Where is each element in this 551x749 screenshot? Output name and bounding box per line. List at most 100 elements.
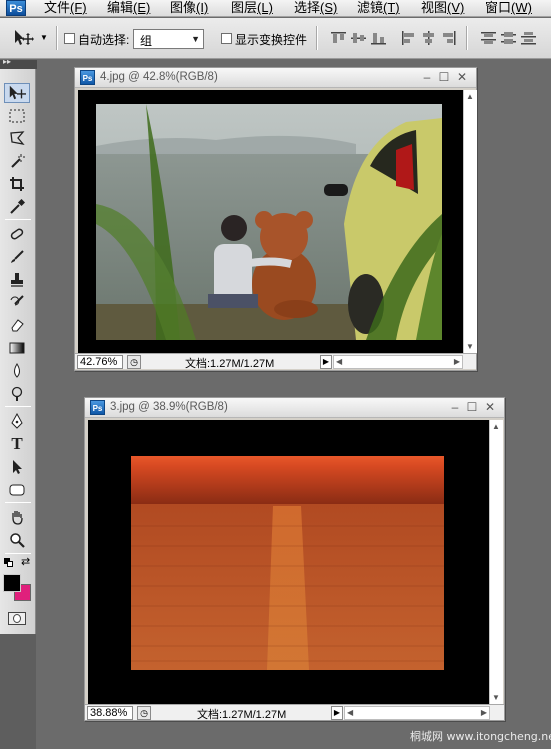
document-canvas[interactable] [88,420,489,704]
scroll-right-icon[interactable]: ▶ [481,707,487,719]
scroll-up-icon[interactable]: ▲ [466,92,474,101]
menu-select[interactable]: 选择(S) [294,0,337,17]
status-options-icon[interactable]: ◷ [127,355,141,369]
zoom-level-field[interactable]: 38.88% [87,706,133,720]
ps-document-icon: Ps [80,70,95,85]
document-window-3jpg[interactable]: Ps 3.jpg @ 38.9%(RGB/8) – ☐ ✕ ▲ ▼ 38.88% [84,397,505,721]
clone-stamp-tool[interactable] [4,270,30,290]
align-top-icon[interactable] [330,30,347,46]
zoom-tool[interactable] [4,530,30,550]
vertical-scrollbar[interactable]: ▲ ▼ [489,420,503,704]
menu-filter[interactable]: 滤镜(T) [357,0,400,17]
close-icon[interactable]: ✕ [455,70,469,84]
menu-layer[interactable]: 图层(L) [231,0,273,17]
eyedropper-tool[interactable] [4,197,30,217]
ps-document-icon: Ps [90,400,105,415]
menu-layer-label: 图层 [231,0,258,15]
default-bg-swatch [7,561,13,567]
zoom-level-field[interactable]: 42.76% [77,355,123,369]
pen-tool[interactable] [4,411,30,431]
magic-wand-tool[interactable] [4,151,30,171]
shape-tool[interactable] [4,480,30,500]
status-options-icon[interactable]: ◷ [137,706,151,720]
type-tool[interactable]: T [4,434,30,454]
arrow-cursor-icon [13,460,22,474]
crop-tool[interactable] [4,174,30,194]
close-icon[interactable]: ✕ [483,400,497,414]
align-hcenter-icon[interactable] [420,30,437,46]
show-transform-checkbox[interactable] [221,33,232,44]
menu-file[interactable]: 文件(F) [44,0,87,17]
path-selection-tool[interactable] [4,457,30,477]
distribute-vcenter-icon[interactable] [500,30,517,46]
eraser-tool[interactable] [4,315,30,335]
scroll-left-icon[interactable]: ◀ [336,356,342,368]
vertical-scrollbar[interactable]: ▲ ▼ [463,90,477,353]
tool-preset-picker[interactable]: ▼ [12,28,50,50]
menu-layer-key: (L) [257,0,273,15]
toolbox-header[interactable]: ▸▸ [0,57,37,69]
align-right-icon[interactable] [440,30,457,46]
scroll-down-icon[interactable]: ▼ [466,342,474,351]
hand-tool[interactable] [4,507,30,527]
separator [56,26,58,50]
photo-sunset-sea [131,456,444,670]
separator [5,219,31,220]
menu-image[interactable]: 图像(I) [170,0,208,17]
align-vcenter-icon[interactable] [350,30,367,46]
horizontal-scrollbar[interactable]: ◀ ▶ [333,355,463,369]
align-left-icon[interactable] [400,30,417,46]
auto-select-dropdown[interactable]: 组 ▼ [133,29,204,49]
scroll-left-icon[interactable]: ◀ [347,707,353,719]
auto-select-checkbox[interactable] [64,33,75,44]
distribute-bottom-icon[interactable] [520,30,537,46]
quick-mask-button[interactable] [8,612,26,625]
brush-tool[interactable] [4,247,30,267]
scroll-right-icon[interactable]: ▶ [454,356,460,368]
scroll-up-icon[interactable]: ▲ [492,422,500,431]
move-tool-icon [9,85,26,100]
align-bottom-icon[interactable] [370,30,387,46]
maximize-icon[interactable]: ☐ [465,400,479,414]
menu-filter-label: 滤镜 [357,0,384,15]
distribute-top-icon[interactable] [480,30,497,46]
separator [316,26,318,50]
quick-mask-icon [13,614,21,623]
document-titlebar[interactable]: Ps 4.jpg @ 42.8%(RGB/8) – ☐ ✕ [75,68,476,88]
gradient-tool[interactable] [4,338,30,358]
scroll-down-icon[interactable]: ▼ [492,693,500,702]
history-brush-tool[interactable] [4,292,30,312]
status-bar: 38.88% ◷ 文档:1.27M/1.27M ▶ ◀ ▶ [85,704,504,721]
lasso-tool[interactable] [4,128,30,148]
toolbox: T ⇄ [0,69,36,634]
eyedropper-icon [10,199,25,214]
foreground-color-swatch[interactable] [3,574,21,592]
move-tool[interactable] [4,83,30,103]
magic-wand-icon [11,154,25,168]
menu-window[interactable]: 窗口(W) [485,0,532,17]
chevron-down-icon: ▼ [40,33,48,42]
document-titlebar[interactable]: Ps 3.jpg @ 38.9%(RGB/8) – ☐ ✕ [85,398,504,418]
menu-window-key: (W) [511,0,532,15]
status-menu-arrow-icon[interactable]: ▶ [331,706,343,720]
menu-view-label: 视图 [421,0,448,15]
document-canvas[interactable] [78,90,463,353]
menu-edit[interactable]: 编辑(E) [107,0,150,17]
minimize-icon[interactable]: – [448,400,462,414]
marquee-tool[interactable] [4,106,30,126]
minimize-icon[interactable]: – [420,70,434,84]
horizontal-scrollbar[interactable]: ◀ ▶ [344,706,490,720]
show-transform-label: 显示变换控件 [235,33,308,47]
document-window-4jpg[interactable]: Ps 4.jpg @ 42.8%(RGB/8) – ☐ ✕ ▲ ▼ 42.76%… [74,67,477,371]
default-colors-icon[interactable] [4,558,14,568]
maximize-icon[interactable]: ☐ [437,70,451,84]
auto-select-label: 自动选择: [78,33,130,47]
status-menu-arrow-icon[interactable]: ▶ [320,355,332,369]
separator [5,553,31,554]
blur-tool[interactable] [4,361,30,381]
swap-colors-icon[interactable]: ⇄ [21,555,30,568]
healing-brush-tool[interactable] [4,224,30,244]
stamp-icon [11,273,23,287]
dodge-tool[interactable] [4,384,30,404]
menu-view[interactable]: 视图(V) [421,0,464,17]
